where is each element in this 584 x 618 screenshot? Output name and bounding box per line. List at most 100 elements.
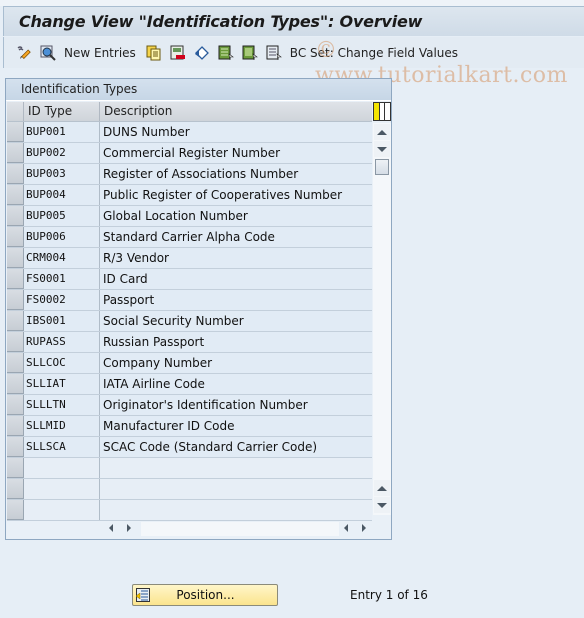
cell-id-type[interactable]: FS0002	[24, 290, 100, 310]
cell-id-type[interactable]: BUP002	[24, 143, 100, 163]
cell-description[interactable]: Public Register of Cooperatives Number	[100, 185, 372, 205]
row-selector[interactable]	[7, 269, 24, 289]
cell-description[interactable]: Social Security Number	[100, 311, 372, 331]
cell-description[interactable]: Global Location Number	[100, 206, 372, 226]
position-button[interactable]: Position...	[132, 584, 278, 606]
select-all-column-header[interactable]	[7, 102, 24, 121]
table-row[interactable]: BUP006 Standard Carrier Alpha Code	[7, 227, 372, 248]
column-header-id-type[interactable]: ID Type	[24, 102, 100, 121]
scroll-right-button[interactable]	[357, 521, 371, 535]
scroll-left-button[interactable]	[339, 521, 353, 535]
cell-description[interactable]: Company Number	[100, 353, 372, 373]
column-header-description[interactable]: Description	[100, 102, 372, 121]
cell-id-type[interactable]	[24, 500, 100, 520]
table-row[interactable]: FS0001 ID Card	[7, 269, 372, 290]
cell-description[interactable]: Manufacturer ID Code	[100, 416, 372, 436]
cell-description[interactable]: SCAC Code (Standard Carrier Code)	[100, 437, 372, 457]
undo-change-icon[interactable]	[194, 45, 210, 61]
cell-id-type[interactable]: RUPASS	[24, 332, 100, 352]
cell-description[interactable]	[100, 500, 372, 520]
table-row[interactable]: SLLMID Manufacturer ID Code	[7, 416, 372, 437]
scroll-left-button[interactable]	[104, 521, 118, 535]
cell-id-type[interactable]: CRM004	[24, 248, 100, 268]
empty-table-row[interactable]	[7, 500, 372, 521]
empty-table-row[interactable]	[7, 458, 372, 479]
cell-description[interactable]	[100, 479, 372, 499]
cell-id-type[interactable]: SLLCOC	[24, 353, 100, 373]
cell-description[interactable]: R/3 Vendor	[100, 248, 372, 268]
cell-id-type[interactable]: SLLLTN	[24, 395, 100, 415]
cell-description[interactable]: Passport	[100, 290, 372, 310]
table-row[interactable]: RUPASS Russian Passport	[7, 332, 372, 353]
row-selector[interactable]	[7, 290, 24, 310]
table-row[interactable]: BUP002 Commercial Register Number	[7, 143, 372, 164]
table-row[interactable]: BUP004 Public Register of Cooperatives Nu…	[7, 185, 372, 206]
cell-description[interactable]: DUNS Number	[100, 122, 372, 142]
vertical-scrollbar[interactable]	[373, 123, 391, 515]
row-selector[interactable]	[7, 353, 24, 373]
scroll-up-button[interactable]	[374, 124, 390, 140]
table-row[interactable]: SLLLTN Originator's Identification Number	[7, 395, 372, 416]
table-row[interactable]: SLLIAT IATA Airline Code	[7, 374, 372, 395]
cell-description[interactable]: Register of Associations Number	[100, 164, 372, 184]
cell-id-type[interactable]: BUP005	[24, 206, 100, 226]
cell-id-type[interactable]: IBS001	[24, 311, 100, 331]
row-selector[interactable]	[7, 164, 24, 184]
new-entries-button[interactable]: New Entries	[64, 46, 136, 60]
scroll-thumb[interactable]	[375, 159, 389, 175]
row-selector[interactable]	[7, 143, 24, 163]
change-display-icon[interactable]	[16, 45, 32, 61]
row-selector[interactable]	[7, 122, 24, 142]
cell-id-type[interactable]	[24, 458, 100, 478]
table-row[interactable]: IBS001 Social Security Number	[7, 311, 372, 332]
row-selector[interactable]	[7, 248, 24, 268]
cell-description[interactable]: Originator's Identification Number	[100, 395, 372, 415]
horizontal-scrollbar[interactable]	[141, 522, 339, 536]
table-row[interactable]: FS0002 Passport	[7, 290, 372, 311]
scroll-page-up-button[interactable]	[374, 480, 390, 496]
cell-id-type[interactable]: SLLSCA	[24, 437, 100, 457]
table-row[interactable]: SLLCOC Company Number	[7, 353, 372, 374]
bc-set-change-field-values-button[interactable]: BC Set: Change Field Values	[290, 46, 458, 60]
cell-description[interactable]: Standard Carrier Alpha Code	[100, 227, 372, 247]
row-selector[interactable]	[7, 416, 24, 436]
cell-description[interactable]: Commercial Register Number	[100, 143, 372, 163]
row-selector[interactable]	[7, 227, 24, 247]
table-row[interactable]: BUP005 Global Location Number	[7, 206, 372, 227]
scroll-down-button[interactable]	[374, 141, 390, 157]
row-selector[interactable]	[7, 311, 24, 331]
cell-description[interactable]	[100, 458, 372, 478]
column-configuration-icon[interactable]	[373, 102, 391, 121]
details-icon[interactable]	[40, 45, 56, 61]
row-selector[interactable]	[7, 185, 24, 205]
cell-id-type[interactable]: SLLMID	[24, 416, 100, 436]
row-selector[interactable]	[7, 332, 24, 352]
deselect-all-icon[interactable]	[266, 45, 282, 61]
table-row[interactable]: SLLSCA SCAC Code (Standard Carrier Code)	[7, 437, 372, 458]
table-row[interactable]: CRM004 R/3 Vendor	[7, 248, 372, 269]
cell-id-type[interactable]: BUP004	[24, 185, 100, 205]
row-selector[interactable]	[7, 374, 24, 394]
select-block-icon[interactable]	[242, 45, 258, 61]
row-selector[interactable]	[7, 437, 24, 457]
cell-id-type[interactable]: BUP003	[24, 164, 100, 184]
cell-id-type[interactable]: BUP001	[24, 122, 100, 142]
cell-description[interactable]: IATA Airline Code	[100, 374, 372, 394]
empty-table-row[interactable]	[7, 479, 372, 500]
scroll-right-button[interactable]	[122, 521, 136, 535]
scroll-page-down-button[interactable]	[374, 497, 390, 513]
cell-description[interactable]: Russian Passport	[100, 332, 372, 352]
row-selector[interactable]	[7, 458, 24, 478]
row-selector[interactable]	[7, 479, 24, 499]
copy-as-icon[interactable]	[146, 45, 162, 61]
cell-id-type[interactable]: SLLIAT	[24, 374, 100, 394]
row-selector[interactable]	[7, 206, 24, 226]
cell-id-type[interactable]	[24, 479, 100, 499]
table-row[interactable]: BUP003 Register of Associations Number	[7, 164, 372, 185]
select-all-icon[interactable]	[218, 45, 234, 61]
table-row[interactable]: BUP001 DUNS Number	[7, 122, 372, 143]
row-selector[interactable]	[7, 500, 24, 520]
cell-id-type[interactable]: FS0001	[24, 269, 100, 289]
cell-description[interactable]: ID Card	[100, 269, 372, 289]
cell-id-type[interactable]: BUP006	[24, 227, 100, 247]
